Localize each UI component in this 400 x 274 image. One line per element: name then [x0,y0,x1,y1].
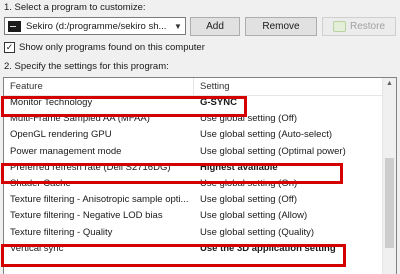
setting-cell[interactable]: Use global setting (Off) [200,194,380,205]
program-dropdown-value: Sekiro (d:/programme/sekiro sh... [26,20,167,32]
feature-cell: Monitor Technology [10,97,93,108]
feature-cell: Preferred refresh rate (Dell S2716DG) [10,161,171,173]
setting-cell[interactable]: Use global setting (On) [200,178,380,189]
vertical-scrollbar[interactable]: ▲ [382,78,396,274]
feature-cell: Texture filtering - Anisotropic sample o… [10,194,189,206]
feature-cell: Texture filtering - Negative LOD bias [10,210,163,222]
restore-button[interactable]: Restore [322,17,396,36]
table-row[interactable]: Monitor Technology G-SYNC [4,95,382,111]
feature-cell: Texture filtering - Quality [10,226,113,238]
chevron-down-icon[interactable]: ▼ [171,18,185,34]
table-row[interactable]: Vertical sync Use the 3D application sett… [4,241,382,257]
feature-cell: Vertical sync [10,242,64,254]
show-only-programs-checkbox[interactable]: ✓ [4,42,15,53]
settings-rows: Monitor Technology G-SYNC Multi-Frame Samp… [4,95,382,257]
app-icon [8,20,21,32]
settings-table: Feature Setting Monitor Technology G-SYNC… [3,77,397,274]
table-header: Feature Setting [4,78,382,96]
specify-settings-label: 2. Specify the settings for this program… [4,61,169,72]
setting-cell[interactable]: Use global setting (Off) [200,113,380,124]
setting-cell[interactable]: Highest available [200,162,380,173]
feature-cell: Power management mode [10,145,122,157]
scroll-up-arrow-icon[interactable]: ▲ [383,80,396,92]
column-divider[interactable] [193,78,194,95]
program-settings-panel: 1. Select a program to customize: Sekiro… [0,0,400,274]
table-row[interactable]: Preferred refresh rate (Dell S2716DG) Hig… [4,160,382,176]
table-row[interactable]: Texture filtering - Quality Use global se… [4,225,382,241]
table-row[interactable]: Shader Cache Use global setting (On) [4,176,382,192]
restore-button-label: Restore [349,21,385,32]
table-row[interactable]: Texture filtering - Negative LOD bias Use… [4,208,382,224]
table-row[interactable]: Texture filtering - Anisotropic sample o… [4,192,382,208]
select-program-label: 1. Select a program to customize: [4,2,146,13]
table-row[interactable]: Multi-Frame Sampled AA (MFAA) Use global … [4,111,382,127]
scroll-thumb[interactable] [385,158,394,248]
show-only-programs-label: Show only programs found on this compute… [19,42,205,53]
nvidia-icon [332,21,346,32]
add-button-label: Add [206,21,224,32]
setting-cell[interactable]: Use the 3D application setting [200,243,380,254]
setting-cell[interactable]: Use global setting (Quality) [200,227,380,238]
setting-cell[interactable]: Use global setting (Auto-select) [200,129,380,140]
setting-cell[interactable]: Use global setting (Optimal power) [200,146,380,157]
program-dropdown[interactable]: Sekiro (d:/programme/sekiro sh... ▼ [4,17,186,35]
setting-cell[interactable]: G-SYNC [200,97,380,108]
setting-cell[interactable]: Use global setting (Allow) [200,210,380,221]
feature-cell: Multi-Frame Sampled AA (MFAA) [10,113,150,125]
show-only-programs-option[interactable]: ✓ Show only programs found on this compu… [4,42,205,53]
remove-button[interactable]: Remove [245,17,317,36]
add-button[interactable]: Add [190,17,240,36]
table-row[interactable]: OpenGL rendering GPU Use global setting (… [4,127,382,143]
checkmark-icon: ✓ [5,42,14,52]
remove-button-label: Remove [262,21,300,32]
feature-cell: OpenGL rendering GPU [10,129,112,141]
feature-column-header[interactable]: Feature [10,81,43,92]
table-row[interactable]: Power management mode Use global setting … [4,144,382,160]
feature-cell: Shader Cache [10,177,71,189]
setting-column-header[interactable]: Setting [200,81,230,92]
